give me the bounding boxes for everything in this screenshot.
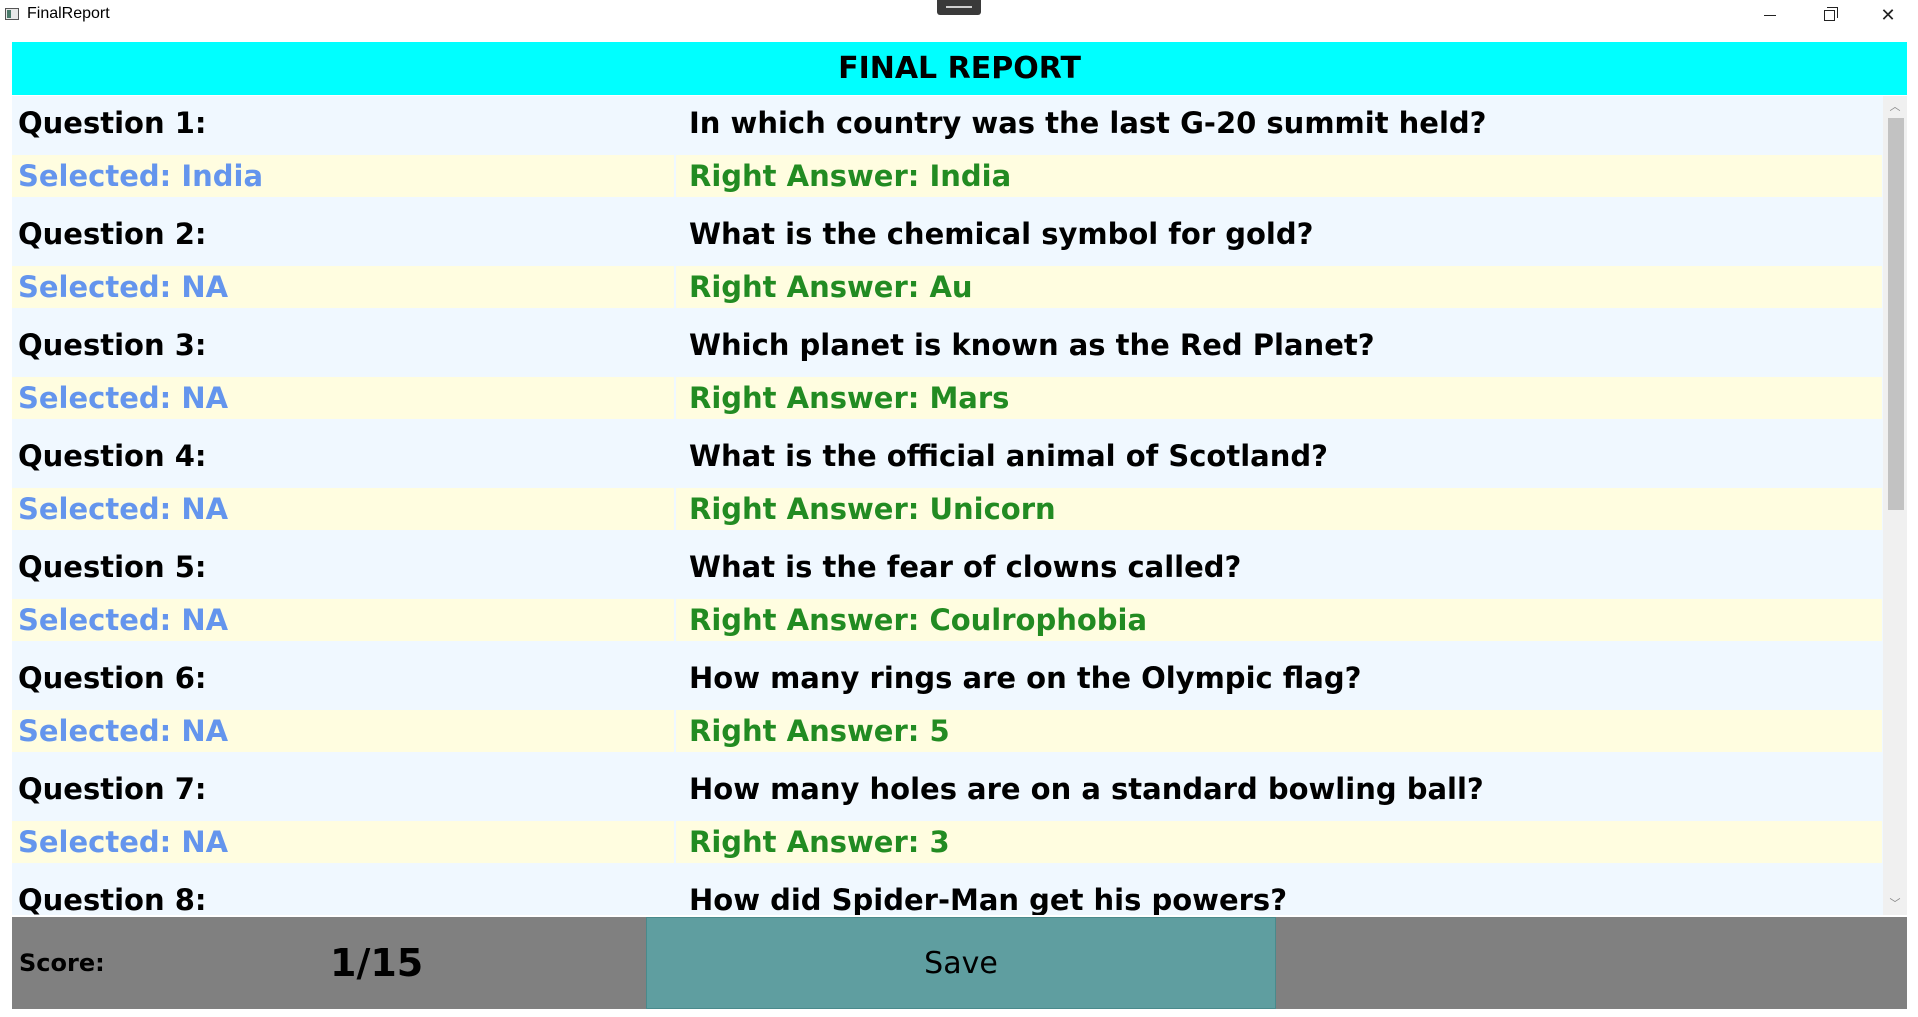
- question-text: How many rings are on the Olympic flag?: [689, 661, 1362, 695]
- right-answer: Right Answer: Mars: [676, 376, 1882, 419]
- right-answer: Right Answer: 5: [676, 709, 1882, 752]
- question-label: Question 2:: [18, 217, 207, 251]
- right-answer: Right Answer: Coulrophobia: [676, 598, 1882, 641]
- restore-button[interactable]: [1800, 0, 1858, 30]
- score-value: 1/15: [330, 941, 424, 985]
- right-answer: Right Answer: 3: [676, 820, 1882, 863]
- question-row: Question 3: Which planet is known as the …: [12, 318, 1882, 372]
- question-text: What is the official animal of Scotland?: [689, 439, 1328, 473]
- selected-answer: Selected: NA: [12, 376, 674, 419]
- selected-answer: Selected: NA: [12, 265, 674, 308]
- answer-row: Selected: NA Right Answer: Mars: [12, 374, 1882, 428]
- question-label: Question 5:: [18, 550, 207, 584]
- right-answer: Right Answer: Au: [676, 265, 1882, 308]
- selected-answer: Selected: India: [12, 154, 674, 197]
- report-header: FINAL REPORT: [12, 42, 1907, 95]
- scroll-thumb[interactable]: [1888, 118, 1904, 510]
- question-row: Question 2: What is the chemical symbol f…: [12, 207, 1882, 261]
- answer-row: Selected: NA Right Answer: Au: [12, 263, 1882, 317]
- close-icon: ✕: [1880, 4, 1896, 26]
- window-title: FinalReport: [27, 5, 110, 22]
- answer-row: Selected: NA Right Answer: 5: [12, 707, 1882, 761]
- scroll-down-icon[interactable]: ﹀: [1883, 895, 1907, 913]
- question-text: Which planet is known as the Red Planet?: [689, 328, 1375, 362]
- close-button[interactable]: ✕: [1859, 0, 1917, 30]
- drag-handle[interactable]: [937, 0, 981, 15]
- question-row: Question 4: What is the official animal o…: [12, 429, 1882, 483]
- question-text: What is the fear of clowns called?: [689, 550, 1242, 584]
- selected-answer: Selected: NA: [12, 820, 674, 863]
- question-text: How many holes are on a standard bowling…: [689, 772, 1484, 806]
- question-label: Question 8:: [18, 883, 207, 915]
- right-answer: Right Answer: Unicorn: [676, 487, 1882, 530]
- report-list[interactable]: Question 1: In which country was the last…: [12, 96, 1907, 915]
- question-label: Question 4:: [18, 439, 207, 473]
- restore-icon: [1823, 6, 1838, 21]
- footer-bar: Score: 1/15 Save: [12, 917, 1907, 1009]
- app-icon: [5, 8, 19, 20]
- answer-row: Selected: NA Right Answer: Unicorn: [12, 485, 1882, 539]
- scroll-up-icon[interactable]: ︿: [1883, 98, 1907, 116]
- selected-answer: Selected: NA: [12, 709, 674, 752]
- selected-answer: Selected: NA: [12, 598, 674, 641]
- question-label: Question 7:: [18, 772, 207, 806]
- question-text: How did Spider-Man get his powers?: [689, 883, 1288, 915]
- vertical-scrollbar[interactable]: ︿ ﹀: [1883, 96, 1907, 915]
- save-button[interactable]: Save: [646, 917, 1276, 1009]
- question-label: Question 6:: [18, 661, 207, 695]
- answer-row: Selected: NA Right Answer: 3: [12, 818, 1882, 872]
- question-row: Question 6: How many rings are on the Oly…: [12, 651, 1882, 705]
- answer-row: Selected: NA Right Answer: Coulrophobia: [12, 596, 1882, 650]
- question-row: Question 8: How did Spider-Man get his po…: [12, 873, 1882, 915]
- question-row: Question 1: In which country was the last…: [12, 96, 1882, 150]
- right-answer: Right Answer: India: [676, 154, 1882, 197]
- question-row: Question 5: What is the fear of clowns ca…: [12, 540, 1882, 594]
- minimize-icon: [1764, 14, 1776, 16]
- question-row: Question 7: How many holes are on a stand…: [12, 762, 1882, 816]
- question-label: Question 1:: [18, 106, 207, 140]
- question-text: What is the chemical symbol for gold?: [689, 217, 1314, 251]
- selected-answer: Selected: NA: [12, 487, 674, 530]
- answer-row: Selected: India Right Answer: India: [12, 152, 1882, 206]
- window-title-bar: FinalReport ✕: [0, 0, 1918, 40]
- score-label: Score:: [19, 949, 105, 977]
- question-text: In which country was the last G-20 summi…: [689, 106, 1487, 140]
- minimize-button[interactable]: [1741, 0, 1799, 30]
- question-label: Question 3:: [18, 328, 207, 362]
